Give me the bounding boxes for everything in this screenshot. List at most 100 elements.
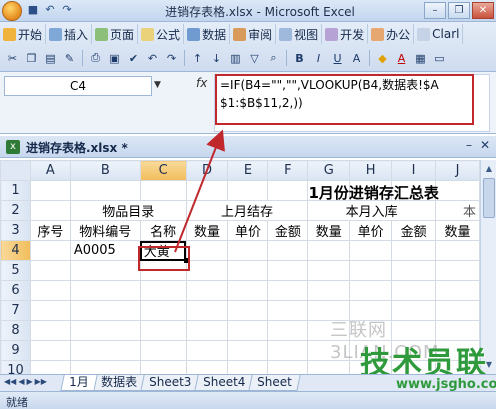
select-all-corner[interactable] <box>0 160 31 181</box>
cell[interactable] <box>29 200 71 221</box>
cell[interactable] <box>185 280 229 301</box>
scroll-thumb[interactable] <box>483 178 495 218</box>
cell[interactable] <box>69 180 141 201</box>
restore-button[interactable]: ❐ <box>448 2 470 19</box>
cell[interactable] <box>227 320 269 341</box>
chevron-down-icon[interactable]: ▼ <box>154 80 161 90</box>
row-header-3[interactable]: 3 <box>0 220 31 241</box>
col-header-h[interactable]: H <box>349 160 393 181</box>
sheet-tab-sheet5[interactable]: Sheet <box>248 375 301 391</box>
cell[interactable] <box>435 260 480 281</box>
header-item-code[interactable]: 物料编号 <box>69 220 141 241</box>
prev-sheet-icon[interactable]: ◀ <box>18 377 24 386</box>
cell[interactable] <box>29 300 71 321</box>
cell[interactable] <box>139 180 187 201</box>
cell[interactable] <box>185 180 229 201</box>
cell[interactable] <box>29 360 71 374</box>
cell[interactable] <box>185 360 229 374</box>
tab-insert[interactable]: 插入 <box>46 24 93 44</box>
cell[interactable] <box>227 360 269 374</box>
group-header-this-month-in[interactable]: 本月入库 <box>307 200 437 221</box>
cell[interactable] <box>139 300 187 321</box>
col-header-b[interactable]: B <box>69 160 141 181</box>
first-sheet-icon[interactable]: ◀◀ <box>4 377 16 386</box>
tab-clarl[interactable]: Clarl <box>414 24 464 44</box>
cell[interactable] <box>435 280 480 301</box>
cell[interactable] <box>185 240 229 261</box>
font-color-icon[interactable]: A <box>393 50 410 67</box>
copy-icon[interactable]: ❐ <box>23 50 40 67</box>
cell[interactable] <box>307 280 351 301</box>
tab-formulas[interactable]: 公式 <box>138 24 185 44</box>
col-header-e[interactable]: E <box>227 160 269 181</box>
cell[interactable] <box>185 260 229 281</box>
cell[interactable] <box>227 340 269 361</box>
cell[interactable] <box>307 180 351 201</box>
cell[interactable] <box>227 300 269 321</box>
workbook-minimize-button[interactable]: – <box>466 138 472 152</box>
cell[interactable] <box>267 260 309 281</box>
sheet-tab-sheet4[interactable]: Sheet4 <box>194 375 255 391</box>
undo-icon[interactable]: ↶ <box>43 3 57 17</box>
cell[interactable] <box>267 360 309 374</box>
cell-name-selected[interactable]: 大黄 <box>139 240 189 263</box>
cell[interactable] <box>185 300 229 321</box>
scroll-up-icon[interactable]: ▲ <box>482 162 496 176</box>
zoom-icon[interactable]: ⌕ <box>265 50 282 67</box>
fill-color-icon[interactable]: ◆ <box>374 50 391 67</box>
italic-icon[interactable]: I <box>310 50 327 67</box>
fx-icon[interactable]: fx <box>196 76 207 90</box>
group-header-partial[interactable]: 本 <box>435 200 480 221</box>
cell[interactable] <box>227 240 269 261</box>
cell[interactable] <box>69 340 141 361</box>
col-header-g[interactable]: G <box>307 160 351 181</box>
sheet-tab-sheet3[interactable]: Sheet3 <box>139 375 200 391</box>
tab-review[interactable]: 审阅 <box>230 24 277 44</box>
row-header-4[interactable]: 4 <box>0 240 31 261</box>
cell[interactable] <box>391 260 437 281</box>
cell[interactable] <box>307 240 351 261</box>
cell[interactable] <box>435 240 480 261</box>
preview-icon[interactable]: ▣ <box>106 50 123 67</box>
header-qty[interactable]: 数量 <box>435 220 480 241</box>
group-header-last-month[interactable]: 上月结存 <box>185 200 309 221</box>
tab-data[interactable]: 数据 <box>184 24 231 44</box>
cell[interactable] <box>349 280 393 301</box>
cell[interactable] <box>29 180 71 201</box>
sort-desc-icon[interactable]: ↓ <box>208 50 225 67</box>
cell[interactable] <box>267 280 309 301</box>
header-price[interactable]: 单价 <box>349 220 393 241</box>
header-qty[interactable]: 数量 <box>307 220 351 241</box>
format-painter-icon[interactable]: ✎ <box>61 50 78 67</box>
cell[interactable] <box>267 240 309 261</box>
workbook-close-button[interactable]: ✕ <box>480 138 490 152</box>
cell[interactable] <box>391 180 437 201</box>
cell[interactable] <box>29 240 71 261</box>
col-header-d[interactable]: D <box>185 160 229 181</box>
cell[interactable] <box>29 260 71 281</box>
cell[interactable] <box>29 340 71 361</box>
undo-tool-icon[interactable]: ↶ <box>144 50 161 67</box>
col-header-a[interactable]: A <box>29 160 71 181</box>
redo-tool-icon[interactable]: ↷ <box>163 50 180 67</box>
cell[interactable] <box>185 340 229 361</box>
col-header-f[interactable]: F <box>267 160 309 181</box>
sheet-tab-jan[interactable]: 1月 <box>60 375 98 391</box>
cell[interactable] <box>307 260 351 281</box>
office-button[interactable] <box>2 1 22 21</box>
close-button[interactable]: ✕ <box>472 2 494 19</box>
paste-icon[interactable]: ▤ <box>42 50 59 67</box>
cell[interactable] <box>29 320 71 341</box>
cell[interactable] <box>391 280 437 301</box>
col-header-c[interactable]: C <box>139 160 187 181</box>
cell[interactable]: 1月份进销存汇总表 <box>227 180 439 202</box>
header-name[interactable]: 名称 <box>139 220 187 241</box>
tab-home[interactable]: 开始 <box>0 24 47 44</box>
cell[interactable] <box>69 260 141 281</box>
row-header-9[interactable]: 9 <box>0 340 31 361</box>
cell[interactable] <box>139 320 187 341</box>
cell[interactable] <box>139 360 187 374</box>
name-box[interactable]: C4 <box>4 76 152 96</box>
cell[interactable] <box>349 260 393 281</box>
header-qty[interactable]: 数量 <box>185 220 229 241</box>
